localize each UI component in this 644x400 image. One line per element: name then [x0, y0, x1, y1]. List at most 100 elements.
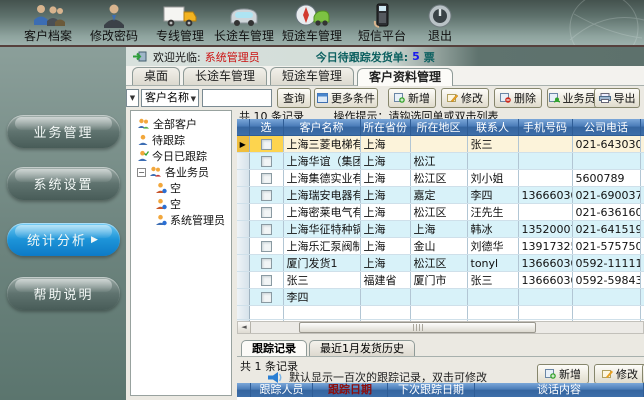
col-name[interactable]: 客户名称 — [283, 119, 360, 136]
customer-row[interactable]: 上海三菱电梯有 上海 张三 021-64303030 — [237, 136, 644, 153]
sidebar-item-label: 统计分析 — [27, 230, 87, 249]
tree-item-salesman-empty-1[interactable]: 空 — [131, 180, 231, 196]
scroll-left-arrow-icon[interactable] — [238, 322, 251, 333]
delete-button[interactable]: 删除 — [494, 88, 542, 108]
check-cell — [249, 204, 283, 221]
customer-row[interactable]: 厦门发货1 上海 松江区 tonyl 136660309 0592-111111… — [237, 255, 644, 272]
col-tracking-date[interactable]: 跟踪日期 — [313, 383, 388, 397]
row-checkbox[interactable] — [261, 224, 272, 235]
topbar-label: 客户档案 — [24, 29, 72, 43]
row-selector-cell — [237, 170, 249, 187]
tab-longhaul[interactable]: 长途车管理 — [183, 67, 267, 85]
filter-type-dropdown[interactable] — [126, 89, 139, 107]
col-mobile[interactable]: 手机号码 — [518, 119, 572, 136]
welcome-bar: 欢迎光临: 系统管理员 今日待跟踪发货单: 5 票 — [126, 47, 644, 66]
col-check[interactable]: 选 — [249, 119, 283, 136]
cell-contact: 张三 — [467, 136, 518, 153]
tree-item-salesman-admin[interactable]: 系统管理员 — [131, 212, 231, 228]
customer-row[interactable]: 上海瑞安电器有 上海 嘉定 李四 136660309 021-69003725 — [237, 187, 644, 204]
tab-shipping-history[interactable]: 最近1月发货历史 — [309, 340, 415, 356]
new-button[interactable]: 新增 — [388, 88, 436, 108]
tree-item-followed-today[interactable]: 今日已跟踪 — [131, 148, 231, 164]
cell-name: 上海华谊（集团 — [283, 153, 360, 170]
sidebar-item-system-settings[interactable]: 系统设置 — [7, 167, 120, 200]
app-window: 客户档案 修改密码 专线管理 长途车管理 短途车管理 — [0, 0, 644, 400]
col-phone[interactable]: 公司电话 — [572, 119, 640, 136]
col-area[interactable]: 所在地区 — [410, 119, 467, 136]
sidebar-item-business-manage[interactable]: 业务管理 — [7, 115, 120, 148]
topbar-item-change-password[interactable]: 修改密码 — [76, 0, 152, 45]
topbar-item-exit[interactable]: 退出 — [402, 0, 478, 45]
cell-area: 嘉定 — [410, 187, 467, 204]
tree-item-all-customers[interactable]: 全部客户 — [131, 116, 231, 132]
chevron-right-icon: ▶ — [91, 235, 100, 245]
topbar-item-shorthaul-manage[interactable]: 短途车管理 — [274, 0, 350, 45]
tree-collapse-icon[interactable] — [137, 168, 146, 177]
row-checkbox[interactable] — [261, 156, 272, 167]
cell-contact — [467, 153, 518, 170]
tracking-new-button[interactable]: 新增 — [537, 364, 589, 384]
customer-row[interactable]: 张三 福建省 厦门市 张三 136660309 0592-5984328 — [237, 272, 644, 289]
customer-tree-panel: 全部客户 待跟踪 今日已跟踪 各业务员 空 空 系统管理员 — [130, 110, 232, 396]
cell-province: 上海 — [360, 221, 410, 238]
grid-header-row: 选 客户名称 所在省份 所在地区 联系人 手机号码 公司电话 — [237, 119, 644, 136]
topbar-label: 长途车管理 — [214, 29, 274, 43]
search-input[interactable] — [202, 89, 272, 107]
cell-phone: 021-64303030 — [572, 136, 640, 153]
tree-item-to-follow[interactable]: 待跟踪 — [131, 132, 231, 148]
cell-partial — [640, 238, 644, 255]
topbar-item-customer-archive[interactable]: 客户档案 — [10, 0, 86, 45]
cell-mobile — [518, 136, 572, 153]
row-checkbox[interactable] — [261, 173, 272, 184]
tab-desktop[interactable]: 桌面 — [132, 67, 180, 85]
customer-row[interactable]: 上海华谊（集团 上海 松江 — [237, 153, 644, 170]
edit-button[interactable]: 修改 — [441, 88, 489, 108]
row-checkbox[interactable] — [261, 275, 272, 286]
tree-item-salesman-empty-2[interactable]: 空 — [131, 196, 231, 212]
tree-item-label: 待跟踪 — [152, 132, 185, 148]
query-button[interactable]: 查询 — [277, 88, 311, 108]
tab-customer-data[interactable]: 客户资料管理 — [357, 68, 453, 86]
cell-partial — [640, 255, 644, 272]
track-label: 今日待跟踪发货单: — [316, 49, 408, 65]
grid-hscrollbar[interactable] — [237, 321, 644, 334]
customer-row[interactable]: 李四 — [237, 289, 644, 306]
sidebar-item-statistics[interactable]: 统计分析 ▶ — [7, 223, 120, 256]
customer-grid: 选 客户名称 所在省份 所在地区 联系人 手机号码 公司电话 上海三菱电梯有 — [237, 119, 644, 321]
row-checkbox[interactable] — [261, 190, 272, 201]
row-checkbox[interactable] — [261, 207, 272, 218]
cell-province: 上海 — [360, 238, 410, 255]
query-button-label: 查询 — [283, 90, 305, 106]
search-field-dropdown[interactable]: 客户名称 — [141, 89, 199, 107]
customer-row[interactable]: 上海华征特种锅 上海 上海 韩冰 135200071 021-64151994 — [237, 221, 644, 238]
row-checkbox[interactable] — [261, 241, 272, 252]
tab-shorthaul[interactable]: 短途车管理 — [270, 67, 354, 85]
scrollbar-thumb[interactable] — [299, 322, 536, 333]
row-selector-cell — [237, 255, 249, 272]
tree-item-salesmen-group[interactable]: 各业务员 — [131, 164, 231, 180]
sidebar-item-help[interactable]: 帮助说明 — [7, 277, 120, 310]
topbar-item-longhaul-manage[interactable]: 长途车管理 — [206, 0, 282, 45]
export-button[interactable]: 导出 — [594, 88, 640, 108]
cell-mobile: 135200071 — [518, 221, 572, 238]
col-province[interactable]: 所在省份 — [360, 119, 410, 136]
col-contact[interactable]: 联系人 — [467, 119, 518, 136]
col-talk-content[interactable]: 谈话内容 — [475, 383, 644, 397]
col-tracking-person[interactable]: 跟踪人员 — [251, 383, 313, 397]
sidebar-item-label: 帮助说明 — [33, 284, 93, 303]
tracking-edit-button[interactable]: 修改 — [594, 364, 644, 384]
customer-row[interactable]: 上海乐汇泵阀制 上海 金山 刘德华 139173255 021-57575087 — [237, 238, 644, 255]
compass-car-icon — [294, 1, 330, 29]
customer-row[interactable]: 上海密莱电气有 上海 松江区 汪先生 021-63616077 — [237, 204, 644, 221]
tab-tracking-records[interactable]: 跟踪记录 — [241, 340, 307, 356]
more-conditions-button[interactable]: 更多条件 — [314, 88, 378, 108]
cell-phone: 5600789 — [572, 170, 640, 187]
col-next-tracking-date[interactable]: 下次跟踪日期 — [388, 383, 475, 397]
cell-contact: tonyl — [467, 255, 518, 272]
row-checkbox[interactable] — [261, 258, 272, 269]
customer-row[interactable]: 上海集德实业有 上海 松江区 刘小姐 5600789 — [237, 170, 644, 187]
track-unit: 票 — [424, 49, 435, 65]
row-checkbox[interactable] — [261, 139, 272, 150]
row-checkbox[interactable] — [261, 292, 272, 303]
mobile-phone-icon — [373, 1, 391, 29]
